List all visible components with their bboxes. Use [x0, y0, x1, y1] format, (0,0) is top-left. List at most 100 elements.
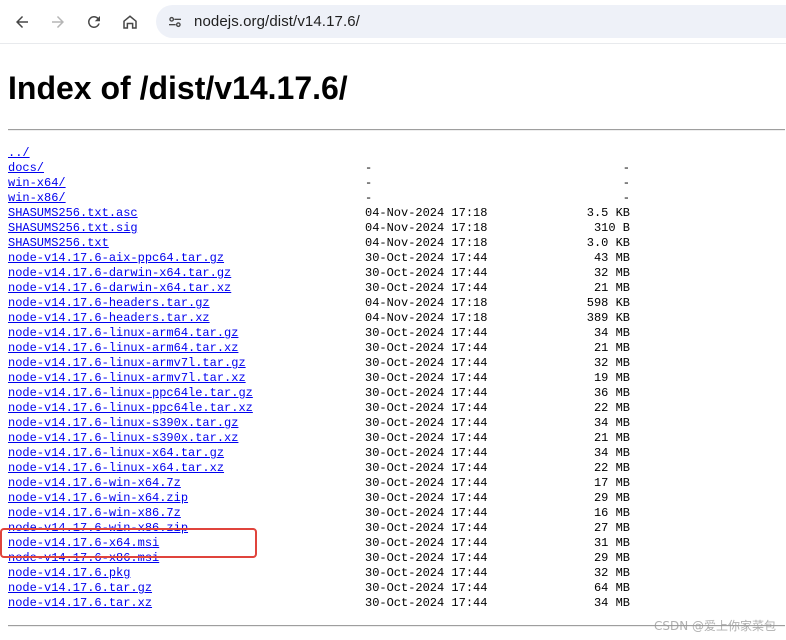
file-row: node-v14.17.6.pkg 30-Oct-2024 17:44 32 MB: [8, 566, 786, 581]
file-link[interactable]: node-v14.17.6.tar.gz: [8, 581, 152, 596]
file-size: -: [622, 191, 630, 205]
top-divider: [8, 129, 785, 131]
page-title: Index of /dist/v14.17.6/: [8, 70, 348, 106]
file-link[interactable]: SHASUMS256.txt.asc: [8, 206, 138, 221]
file-size: 27 MB: [593, 521, 630, 535]
file-link[interactable]: node-v14.17.6.tar.xz: [8, 596, 152, 611]
file-link[interactable]: node-v14.17.6-linux-armv7l.tar.xz: [8, 371, 246, 386]
file-row: node-v14.17.6.tar.xz 30-Oct-2024 17:44 34 …: [8, 596, 786, 611]
file-size: 32 MB: [593, 356, 630, 370]
file-date: 30-Oct-2024 17:44: [365, 476, 488, 490]
file-link[interactable]: SHASUMS256.txt.sig: [8, 221, 138, 236]
file-row: node-v14.17.6-linux-ppc64le.tar.xz 30-Oct…: [8, 401, 786, 416]
file-row: node-v14.17.6-linux-armv7l.tar.xz 30-Oct-…: [8, 371, 786, 386]
file-size: 32 MB: [593, 266, 630, 280]
file-row: node-v14.17.6-win-x86.7z 30-Oct-2024 17:4…: [8, 506, 786, 521]
file-link[interactable]: ../: [8, 146, 30, 161]
forward-icon: [52, 16, 64, 28]
file-link[interactable]: node-v14.17.6.pkg: [8, 566, 130, 581]
file-link[interactable]: node-v14.17.6-linux-x64.tar.gz: [8, 446, 224, 461]
file-row: node-v14.17.6-darwin-x64.tar.gz 30-Oct-20…: [8, 266, 786, 281]
file-link[interactable]: win-x86/: [8, 191, 66, 206]
file-link[interactable]: node-v14.17.6-headers.tar.xz: [8, 311, 210, 326]
file-date: 30-Oct-2024 17:44: [365, 566, 488, 580]
file-size: -: [622, 176, 630, 190]
file-date: 30-Oct-2024 17:44: [365, 506, 488, 520]
file-date: 30-Oct-2024 17:44: [365, 521, 488, 535]
url-text[interactable]: nodejs.org/dist/v14.17.6/: [194, 13, 360, 30]
file-link[interactable]: SHASUMS256.txt: [8, 236, 109, 251]
file-date: 30-Oct-2024 17:44: [365, 416, 488, 430]
file-size: 34 MB: [593, 416, 630, 430]
reload-button[interactable]: [80, 8, 108, 36]
site-info-button[interactable]: [164, 11, 186, 33]
file-link[interactable]: node-v14.17.6-aix-ppc64.tar.gz: [8, 251, 224, 266]
file-link[interactable]: node-v14.17.6-linux-ppc64le.tar.xz: [8, 401, 253, 416]
file-size: 16 MB: [593, 506, 630, 520]
file-link[interactable]: node-v14.17.6-linux-armv7l.tar.gz: [8, 356, 246, 371]
file-link[interactable]: node-v14.17.6-headers.tar.gz: [8, 296, 210, 311]
home-icon: [123, 15, 137, 29]
file-row: node-v14.17.6-win-x64.7z 30-Oct-2024 17:4…: [8, 476, 786, 491]
file-date: 30-Oct-2024 17:44: [365, 431, 488, 445]
file-size: 21 MB: [593, 281, 630, 295]
file-size: 3.5 KB: [586, 206, 630, 220]
file-row: node-v14.17.6.tar.gz 30-Oct-2024 17:44 64 …: [8, 581, 786, 596]
file-date: 30-Oct-2024 17:44: [365, 491, 488, 505]
file-size: 22 MB: [593, 401, 630, 415]
file-link[interactable]: node-v14.17.6-win-x64.7z: [8, 476, 181, 491]
file-date: 04-Nov-2024 17:18: [365, 236, 488, 250]
file-date: 30-Oct-2024 17:44: [365, 356, 488, 370]
file-size: 43 MB: [593, 251, 630, 265]
file-date: 30-Oct-2024 17:44: [365, 326, 488, 340]
file-link[interactable]: node-v14.17.6-x86.msi: [8, 551, 159, 566]
file-date: 30-Oct-2024 17:44: [365, 551, 488, 565]
file-size: 31 MB: [593, 536, 630, 550]
file-row: docs/ - -: [8, 161, 786, 176]
file-size: 598 KB: [586, 296, 630, 310]
file-row: node-v14.17.6-x64.msi 30-Oct-2024 17:44 31…: [8, 536, 786, 551]
file-date: 30-Oct-2024 17:44: [365, 461, 488, 475]
file-link[interactable]: node-v14.17.6-win-x64.zip: [8, 491, 188, 506]
file-date: 30-Oct-2024 17:44: [365, 386, 488, 400]
file-link[interactable]: node-v14.17.6-darwin-x64.tar.xz: [8, 281, 231, 296]
file-row: node-v14.17.6-linux-arm64.tar.xz 30-Oct-2…: [8, 341, 786, 356]
file-link[interactable]: win-x64/: [8, 176, 66, 191]
home-button[interactable]: [116, 8, 144, 36]
file-row-highlighted: node-v14.17.6-win-x64.zip 30-Oct-2024 17:…: [8, 491, 786, 506]
file-size: 32 MB: [593, 566, 630, 580]
file-size: 36 MB: [593, 386, 630, 400]
file-row: node-v14.17.6-headers.tar.xz 04-Nov-2024 …: [8, 311, 786, 326]
address-bar[interactable]: nodejs.org/dist/v14.17.6/: [156, 5, 786, 38]
file-size: 17 MB: [593, 476, 630, 490]
file-size: 29 MB: [593, 551, 630, 565]
file-link[interactable]: node-v14.17.6-linux-s390x.tar.gz: [8, 416, 238, 431]
site-info-icon: [169, 16, 181, 27]
file-date: 04-Nov-2024 17:18: [365, 221, 488, 235]
file-link[interactable]: docs/: [8, 161, 44, 176]
file-size: 389 KB: [586, 311, 630, 325]
file-link[interactable]: node-v14.17.6-darwin-x64.tar.gz: [8, 266, 231, 281]
file-row: win-x86/ - -: [8, 191, 786, 206]
file-row: node-v14.17.6-win-x86.zip 30-Oct-2024 17:…: [8, 521, 786, 536]
file-date: 04-Nov-2024 17:18: [365, 296, 488, 310]
forward-button[interactable]: [44, 8, 72, 36]
file-row: SHASUMS256.txt.sig 04-Nov-2024 17:18 310 B: [8, 221, 786, 236]
file-link[interactable]: node-v14.17.6-linux-x64.tar.xz: [8, 461, 224, 476]
file-link[interactable]: node-v14.17.6-linux-s390x.tar.xz: [8, 431, 238, 446]
file-date: 30-Oct-2024 17:44: [365, 281, 488, 295]
file-link[interactable]: node-v14.17.6-linux-arm64.tar.gz: [8, 326, 238, 341]
file-size: 21 MB: [593, 431, 630, 445]
file-link[interactable]: node-v14.17.6-x64.msi: [8, 536, 159, 551]
back-button[interactable]: [8, 8, 36, 36]
reload-icon: [87, 15, 100, 28]
file-size: 34 MB: [593, 326, 630, 340]
file-row: node-v14.17.6-linux-s390x.tar.xz 30-Oct-2…: [8, 431, 786, 446]
file-date: 04-Nov-2024 17:18: [365, 311, 488, 325]
file-link[interactable]: node-v14.17.6-win-x86.7z: [8, 506, 181, 521]
browser-toolbar: nodejs.org/dist/v14.17.6/: [0, 0, 786, 44]
file-link[interactable]: node-v14.17.6-win-x86.zip: [8, 521, 188, 536]
file-size: 34 MB: [593, 596, 630, 610]
file-link[interactable]: node-v14.17.6-linux-arm64.tar.xz: [8, 341, 238, 356]
file-link[interactable]: node-v14.17.6-linux-ppc64le.tar.gz: [8, 386, 253, 401]
